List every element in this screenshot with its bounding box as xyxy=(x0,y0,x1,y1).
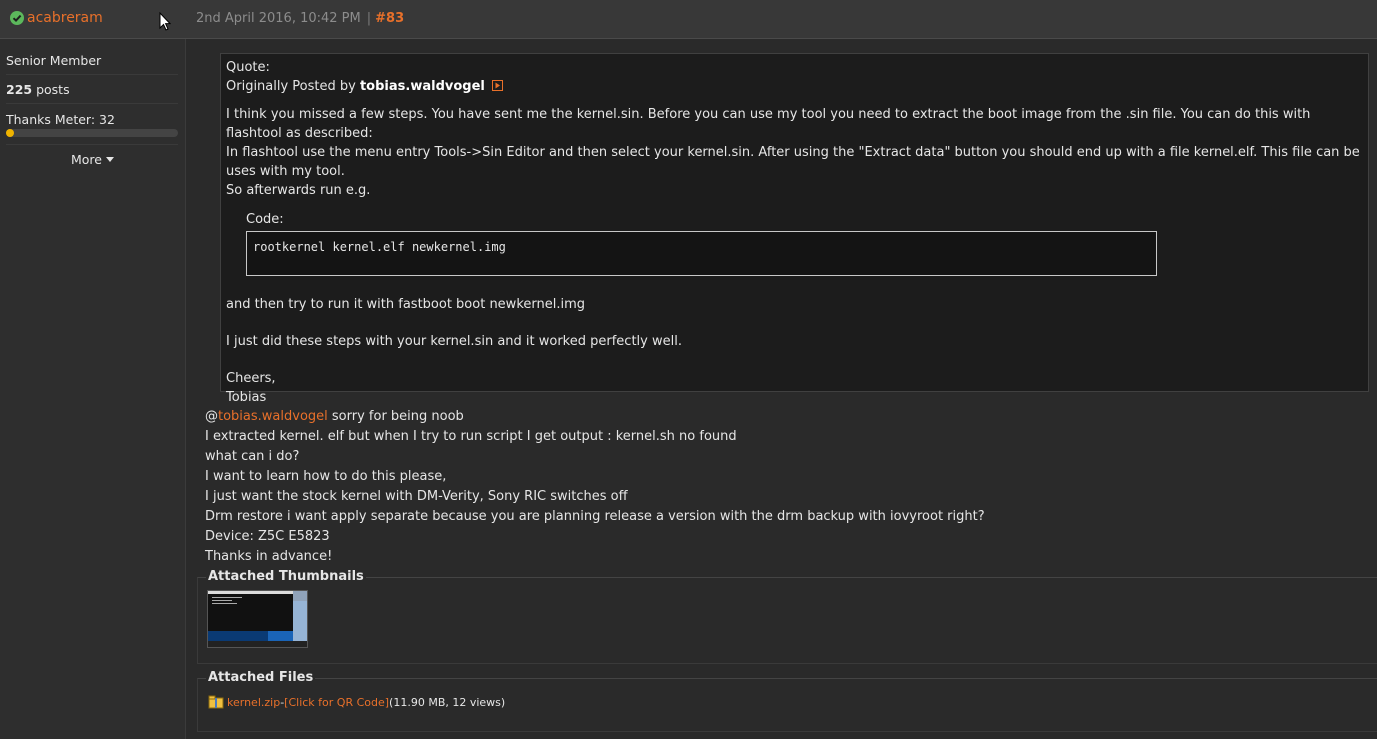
post-line: I extracted kernel. elf but when I try t… xyxy=(205,429,737,444)
post-header: acabreram 2nd April 2016, 10:42 PM | #83 xyxy=(0,0,1377,39)
caret-down-icon xyxy=(105,157,114,162)
post-line: what can i do? xyxy=(205,449,300,464)
attached-thumbnails-section: Attached Thumbnails xyxy=(197,569,1377,664)
quote-attribution: Originally Posted by tobias.waldvogel xyxy=(226,77,1368,96)
mouse-cursor-icon xyxy=(159,12,171,31)
mention-link[interactable]: tobias.waldvogel xyxy=(218,409,328,424)
more-button[interactable]: More xyxy=(0,152,185,167)
more-label: More xyxy=(71,152,102,167)
posts-count: 225 xyxy=(6,82,33,97)
file-meta: (11.90 MB, 12 views) xyxy=(389,695,506,709)
quote-line-1: I think you missed a few steps. You have… xyxy=(226,107,1311,141)
post-line: I just want the stock kernel with DM-Ver… xyxy=(205,489,628,504)
quote-line-3: So afterwards run e.g. xyxy=(226,183,371,198)
zip-file-icon xyxy=(208,695,224,709)
quote-signature: Tobias xyxy=(226,390,267,405)
user-posts: 225 posts xyxy=(6,82,178,104)
post-line: Thanks in advance! xyxy=(205,549,333,564)
quote-cheers: Cheers, xyxy=(226,371,276,386)
sidebar-divider xyxy=(6,144,178,145)
quote-after-code: and then try to run it with fastboot boo… xyxy=(226,297,586,312)
attached-files-section: Attached Files kernel.zip - [Click for Q… xyxy=(197,670,1377,732)
post-body: @tobias.waldvogel sorry for being noob I… xyxy=(205,407,1355,567)
check-circle-icon xyxy=(10,11,24,25)
attached-file-row: kernel.zip - [Click for QR Code] (11.90 … xyxy=(208,695,505,709)
post-timestamp: 2nd April 2016, 10:42 PM xyxy=(196,11,361,26)
header-separator: | xyxy=(366,11,372,26)
posts-label: posts xyxy=(32,82,70,97)
post-content: Quote: Originally Posted by tobias.waldv… xyxy=(186,39,1377,739)
attached-thumbnails-title: Attached Thumbnails xyxy=(206,569,366,584)
quote-did-steps: I just did these steps with your kernel.… xyxy=(226,334,682,349)
post-date: 2nd April 2016, 10:42 PM | #83 xyxy=(196,11,404,26)
quote-line-2: In flashtool use the menu entry Tools->S… xyxy=(226,145,1360,179)
at-sign: @ xyxy=(205,409,218,424)
attached-files-title: Attached Files xyxy=(206,670,316,685)
thanks-meter-fill xyxy=(6,129,14,137)
qr-code-link[interactable]: [Click for QR Code] xyxy=(284,696,389,709)
post-line-mention: @tobias.waldvogel sorry for being noob xyxy=(205,407,1355,427)
user-sidebar: Senior Member 225 posts Thanks Meter: 32… xyxy=(0,39,186,739)
thumbnail-image xyxy=(208,591,307,647)
quote-block: Quote: Originally Posted by tobias.waldv… xyxy=(220,53,1369,405)
attachment-thumbnail[interactable] xyxy=(207,590,308,648)
post-line: I want to learn how to do this please, xyxy=(205,469,447,484)
quote-author: tobias.waldvogel xyxy=(359,79,485,94)
post-number-link[interactable]: #83 xyxy=(375,11,404,26)
code-block[interactable]: rootkernel kernel.elf newkernel.img xyxy=(246,231,1157,276)
view-post-icon[interactable] xyxy=(492,80,503,91)
user-rank: Senior Member xyxy=(6,53,178,75)
originally-posted-by: Originally Posted by xyxy=(226,79,360,94)
file-download-link[interactable]: kernel.zip xyxy=(227,696,280,709)
code-label: Code: xyxy=(246,212,284,227)
post-first-line-rest: sorry for being noob xyxy=(327,409,464,424)
post-line: Drm restore i want apply separate becaus… xyxy=(205,509,985,524)
user-block: acabreram xyxy=(10,10,103,26)
username-link[interactable]: acabreram xyxy=(27,10,103,26)
quote-label: Quote: xyxy=(226,60,270,75)
post-line: Device: Z5C E5823 xyxy=(205,529,330,544)
thanks-meter-bar xyxy=(6,129,178,137)
